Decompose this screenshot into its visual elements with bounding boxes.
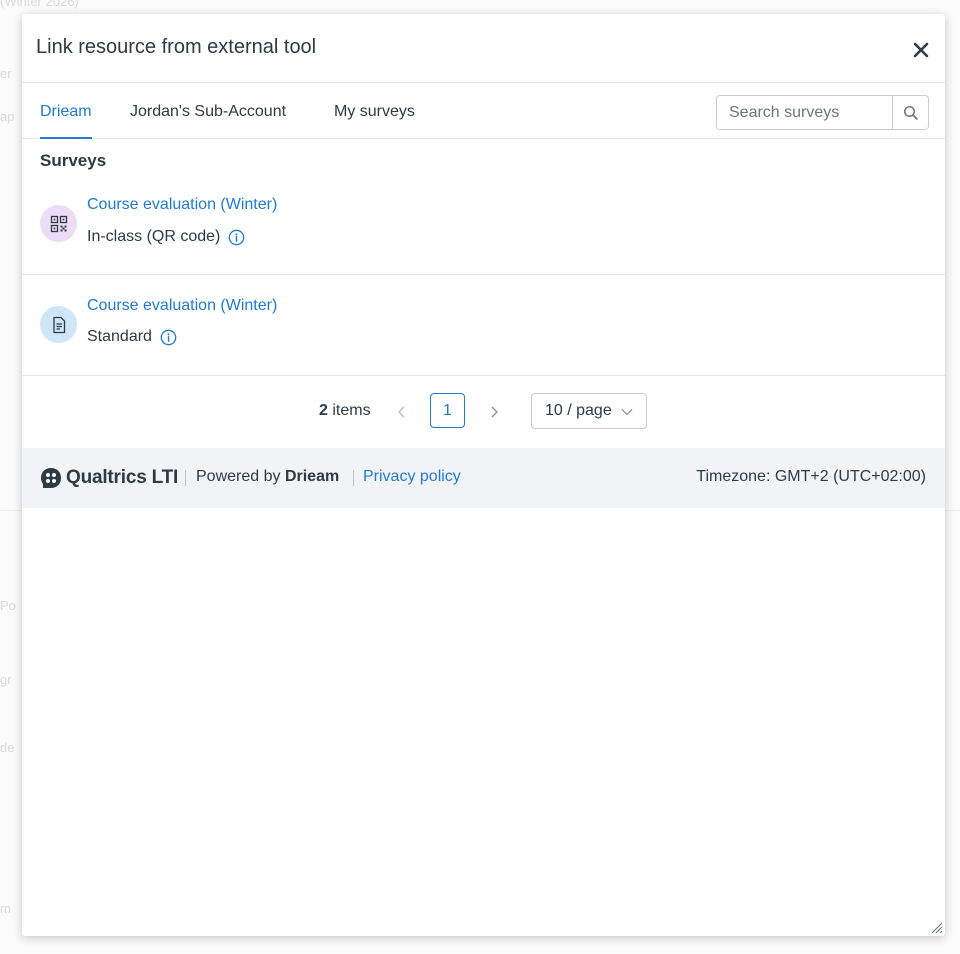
chevron-right-icon[interactable] (484, 402, 504, 422)
search-box (716, 95, 929, 130)
survey-type: Standard (87, 328, 177, 346)
background-text: er (0, 66, 12, 81)
items-count-value: 2 (319, 402, 328, 419)
tab-my-surveys[interactable]: My surveys (334, 83, 415, 138)
survey-type-badge (40, 205, 77, 242)
powered-by: Powered by Drieam (196, 468, 339, 486)
survey-row: Course evaluation (Winter) In-class (QR … (22, 174, 945, 275)
background-text: ap (0, 109, 15, 124)
search-button[interactable] (892, 96, 928, 129)
search-icon (903, 105, 918, 120)
background-text: (Winter 2026) (0, 0, 79, 9)
background-text: Po (0, 598, 16, 613)
tab-drieam[interactable]: Drieam (40, 83, 92, 139)
survey-type-label: Standard (87, 328, 152, 345)
resize-handle-icon[interactable] (929, 920, 943, 934)
items-count: 2 items (319, 402, 371, 420)
footer: Qualtrics LTI Powered by Drieam Privacy … (22, 448, 945, 508)
background-text: gr (0, 672, 12, 687)
items-count-label: items (332, 402, 371, 419)
chevron-down-icon (621, 409, 633, 416)
document-icon (52, 316, 65, 333)
page-button-current[interactable]: 1 (430, 393, 465, 428)
info-icon[interactable] (160, 329, 177, 346)
footer-divider (353, 470, 354, 486)
page-size-value: 10 / page (545, 402, 612, 419)
background-text: de (0, 740, 15, 755)
page-size-select[interactable]: 10 / page (531, 393, 647, 429)
survey-type-badge (40, 306, 77, 343)
close-button[interactable] (911, 40, 931, 60)
qualtrics-logo-icon (41, 468, 61, 488)
info-icon[interactable] (228, 229, 245, 246)
modal-title: Link resource from external tool (36, 36, 317, 58)
survey-link[interactable]: Course evaluation (Winter) (87, 196, 277, 214)
link-resource-modal: Link resource from external tool Drieam … (22, 14, 945, 936)
chevron-left-icon[interactable] (392, 402, 412, 422)
survey-row: Course evaluation (Winter) Standard (22, 275, 945, 376)
footer-divider (185, 470, 186, 486)
survey-type: In-class (QR code) (87, 228, 245, 246)
footer-brand: Qualtrics LTI (66, 467, 179, 488)
background-text: m (0, 901, 11, 916)
powered-by-prefix: Powered by (196, 468, 281, 485)
pagination: 2 items 1 10 / page (22, 375, 945, 448)
qr-code-icon (50, 215, 67, 232)
tab-bar: Drieam Jordan's Sub-Account My surveys (22, 83, 945, 139)
timezone-label: Timezone: GMT+2 (UTC+02:00) (696, 468, 926, 485)
surveys-heading: Surveys (40, 151, 107, 170)
modal-header: Link resource from external tool (22, 14, 945, 83)
survey-type-label: In-class (QR code) (87, 228, 221, 245)
survey-link[interactable]: Course evaluation (Winter) (87, 297, 277, 315)
powered-by-name: Drieam (284, 468, 340, 485)
tab-jordans-sub-account[interactable]: Jordan's Sub-Account (130, 83, 286, 138)
privacy-policy-link[interactable]: Privacy policy (363, 468, 461, 486)
search-input[interactable] (717, 96, 892, 129)
qualtrics-logo: Qualtrics LTI (40, 467, 178, 489)
close-icon (913, 42, 929, 58)
